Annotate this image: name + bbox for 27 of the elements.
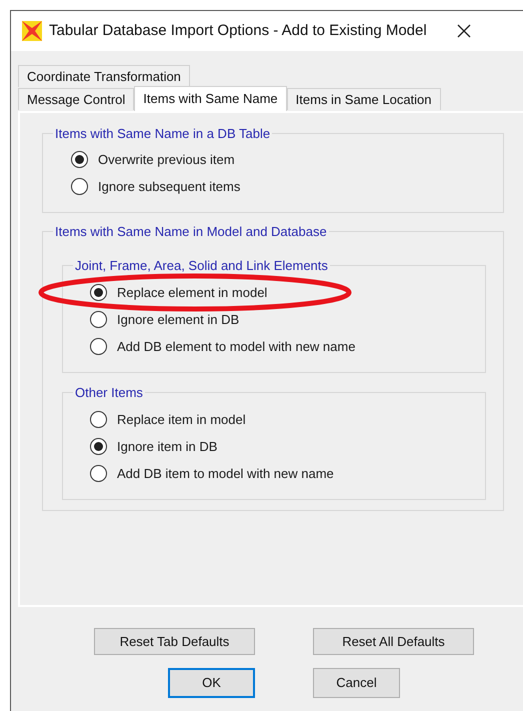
window-title: Tabular Database Import Options - Add to Existing Model: [49, 20, 427, 41]
tab[interactable]: Message Control: [18, 88, 134, 110]
dialog-button[interactable]: Reset All Defaults: [313, 628, 474, 655]
option-label: Add DB item to model with new name: [117, 464, 334, 483]
tab[interactable]: Items in Same Location: [286, 88, 441, 110]
radio-button[interactable]: [90, 465, 107, 482]
radio-button[interactable]: [71, 178, 88, 195]
radio-button[interactable]: [71, 151, 88, 168]
option-label: Replace element in model: [117, 284, 268, 302]
option-label: Ignore element in DB: [117, 310, 240, 329]
dialog-button[interactable]: OK: [168, 668, 255, 698]
option-label: Ignore item in DB: [117, 438, 218, 456]
radio-button[interactable]: [90, 284, 107, 301]
dialog-button[interactable]: Cancel: [313, 668, 400, 698]
radio-button[interactable]: [90, 311, 107, 328]
radio-button[interactable]: [90, 438, 107, 455]
radio-button[interactable]: [90, 338, 107, 355]
tab[interactable]: Items with Same Name: [134, 86, 287, 111]
option-label: Replace item in model: [117, 410, 246, 429]
option-label: Add DB element to model with new name: [117, 338, 356, 356]
app-logo-icon: [21, 20, 43, 42]
close-icon[interactable]: [456, 24, 471, 38]
dialog-button[interactable]: Reset Tab Defaults: [94, 628, 255, 655]
option-label: Ignore subsequent items: [98, 178, 240, 196]
tab[interactable]: Coordinate Transformation: [18, 65, 190, 87]
radio-button[interactable]: [90, 411, 107, 428]
option-label: Overwrite previous item: [98, 150, 235, 169]
